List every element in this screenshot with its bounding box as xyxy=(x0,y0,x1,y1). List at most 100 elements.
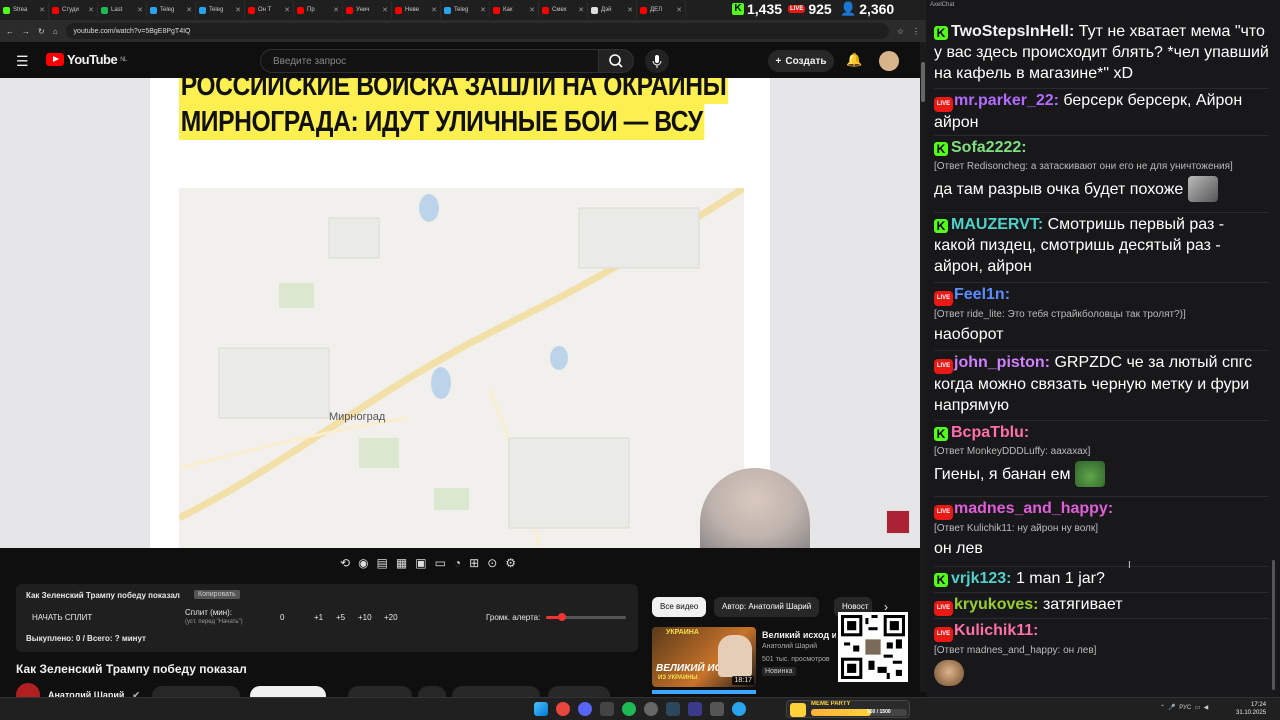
chat-nick[interactable]: john_piston xyxy=(954,354,1045,371)
alert-volume-slider[interactable] xyxy=(546,613,626,621)
chevron-up-icon[interactable]: ⌃ xyxy=(1160,705,1165,711)
chat-nick[interactable]: ВсраТblu xyxy=(951,424,1024,441)
speed-icon[interactable]: ◔ xyxy=(454,556,461,574)
scrollbar-thumb[interactable] xyxy=(921,62,925,102)
menu-icon[interactable]: ☰ xyxy=(16,53,29,70)
chat-scrollbar-thumb[interactable] xyxy=(1272,560,1275,690)
chip-author[interactable]: Автор: Анатолий Шарий xyxy=(714,597,820,617)
close-icon[interactable]: ✕ xyxy=(137,6,143,14)
obs-icon[interactable] xyxy=(644,702,658,716)
volume-icon[interactable]: ◀ xyxy=(1204,705,1209,711)
spotify-icon[interactable] xyxy=(622,702,636,716)
forward-icon[interactable]: → xyxy=(22,27,30,36)
bookmark-star-icon[interactable]: ☆ xyxy=(897,27,904,36)
discord-icon[interactable] xyxy=(578,702,592,716)
notifications-bell-icon[interactable]: 🔔 xyxy=(846,52,862,68)
chat-nick[interactable]: kryukoves xyxy=(954,596,1033,613)
browser-tab[interactable]: ДЕЛ ✕ xyxy=(637,2,686,18)
add-10-button[interactable]: +10 xyxy=(358,613,372,622)
browser-tab[interactable]: Он Т ✕ xyxy=(245,2,294,18)
split-value[interactable]: 0 xyxy=(280,613,284,622)
chat-nick[interactable]: Kulichik11 xyxy=(954,622,1033,639)
browser-tab[interactable]: Смех ✕ xyxy=(539,2,588,18)
browser-tab[interactable]: Teleg ✕ xyxy=(196,2,245,18)
app-icon[interactable] xyxy=(600,702,614,716)
copy-button[interactable]: Копировать xyxy=(194,590,240,599)
miniplayer-icon[interactable]: ▭ xyxy=(435,556,446,574)
close-icon[interactable]: ✕ xyxy=(431,6,437,14)
url-field[interactable]: youtube.com/watch?v=5BgE8PgT4IQ xyxy=(65,23,889,39)
recommendation-channel[interactable]: Анатолий Шарий xyxy=(762,643,817,650)
screenshot-icon[interactable]: ⊙ xyxy=(487,556,497,574)
add-20-button[interactable]: +20 xyxy=(384,613,398,622)
browser-tab[interactable]: Strea ✕ xyxy=(0,2,49,18)
pip-icon[interactable]: ▣ xyxy=(415,556,426,574)
close-icon[interactable]: ✕ xyxy=(578,6,584,14)
steam-icon[interactable] xyxy=(666,702,680,716)
clock[interactable]: 17:24 31.10.2025 xyxy=(1236,701,1266,717)
app-icon[interactable] xyxy=(688,702,702,716)
language-indicator[interactable]: РУС xyxy=(1179,705,1191,711)
playlist-icon[interactable]: ▤ xyxy=(377,556,388,574)
browser-tab[interactable]: Студи ✕ xyxy=(49,2,98,18)
chat-scrollbar[interactable] xyxy=(1272,0,1277,697)
chat-nick[interactable]: vrjk123 xyxy=(951,570,1006,587)
recommendation-thumbnail[interactable]: УКРАИНА ВЕЛИКИЙ ИСХОД ИЗ УКРАИНЫ 18:17 xyxy=(652,627,756,687)
add-icon[interactable]: ⊞ xyxy=(469,556,479,574)
audio-icon[interactable]: ◉ xyxy=(358,556,368,574)
close-icon[interactable]: ✕ xyxy=(88,6,94,14)
chat-nick[interactable]: MAUZERVT xyxy=(951,216,1038,233)
close-icon[interactable]: ✕ xyxy=(627,6,633,14)
voice-search-button[interactable] xyxy=(645,49,669,73)
close-icon[interactable]: ✕ xyxy=(235,6,241,14)
close-icon[interactable]: ✕ xyxy=(39,6,45,14)
add-1-button[interactable]: +1 xyxy=(314,613,323,622)
chrome-icon[interactable] xyxy=(556,702,570,716)
youtube-logo[interactable]: YouTube NL xyxy=(46,52,127,67)
close-icon[interactable]: ✕ xyxy=(333,6,339,14)
browser-tab[interactable]: Teleg ✕ xyxy=(147,2,196,18)
browser-tab[interactable]: Teleg ✕ xyxy=(441,2,490,18)
chip-all-videos[interactable]: Все видео xyxy=(652,597,707,617)
avatar[interactable] xyxy=(879,51,899,71)
system-tray[interactable]: ⌃ 🎤 РУС ▭ ◀ xyxy=(1160,704,1208,711)
close-icon[interactable]: ✕ xyxy=(284,6,290,14)
close-icon[interactable]: ✕ xyxy=(676,6,682,14)
start-split-button[interactable]: НАЧАТЬ СПЛИТ xyxy=(32,613,92,622)
add-5-button[interactable]: +5 xyxy=(336,613,345,622)
reload-icon[interactable]: ↻ xyxy=(38,27,45,36)
mic-icon[interactable]: 🎤 xyxy=(1168,705,1175,711)
app-icon[interactable] xyxy=(710,702,724,716)
browser-tab[interactable]: Last ✕ xyxy=(98,2,147,18)
extensions-icon[interactable]: ⋮ xyxy=(912,27,920,36)
close-icon[interactable]: ✕ xyxy=(186,6,192,14)
clip-icon[interactable]: ▦ xyxy=(396,556,407,574)
chat-nick[interactable]: Sofa2222 xyxy=(951,139,1021,156)
home-icon[interactable]: ⌂ xyxy=(53,27,58,36)
chat-nick[interactable]: madnes_and_happy xyxy=(954,500,1108,517)
browser-tab[interactable]: Как ✕ xyxy=(490,2,539,18)
browser-tab[interactable]: Неве ✕ xyxy=(392,2,441,18)
search-button[interactable] xyxy=(598,49,634,73)
browser-tab[interactable]: Унич ✕ xyxy=(343,2,392,18)
telegram-icon[interactable] xyxy=(732,702,746,716)
recommendation-title[interactable]: Великий исход из xyxy=(762,630,836,640)
browser-tab[interactable]: Дэй ✕ xyxy=(588,2,637,18)
settings-gear-icon[interactable]: ⚙ xyxy=(505,556,516,574)
create-button[interactable]: + Создать xyxy=(768,50,834,72)
windows-start-icon[interactable] xyxy=(534,702,548,716)
back-icon[interactable]: ← xyxy=(6,27,14,36)
close-icon[interactable]: ✕ xyxy=(480,6,486,14)
network-icon[interactable]: ▭ xyxy=(1195,705,1201,711)
close-icon[interactable]: ✕ xyxy=(382,6,388,14)
search-input[interactable]: Введите запрос xyxy=(260,49,600,73)
video-player[interactable]: РОССИЙСКИЕ ВОЙСКА ЗАШЛИ НА ОКРАИНЫ МИРНО… xyxy=(0,78,920,548)
chat-nick[interactable]: Feel1n xyxy=(954,286,1005,303)
volume-knob[interactable] xyxy=(558,613,566,621)
chat-nick[interactable]: TwoStepsInHell xyxy=(951,23,1069,40)
channel-watermark[interactable] xyxy=(886,510,910,534)
chat-nick[interactable]: mr.parker_22 xyxy=(954,92,1054,109)
browser-tab[interactable]: Пр ✕ xyxy=(294,2,343,18)
loop-icon[interactable]: ⟲ xyxy=(340,556,350,574)
close-icon[interactable]: ✕ xyxy=(529,6,535,14)
